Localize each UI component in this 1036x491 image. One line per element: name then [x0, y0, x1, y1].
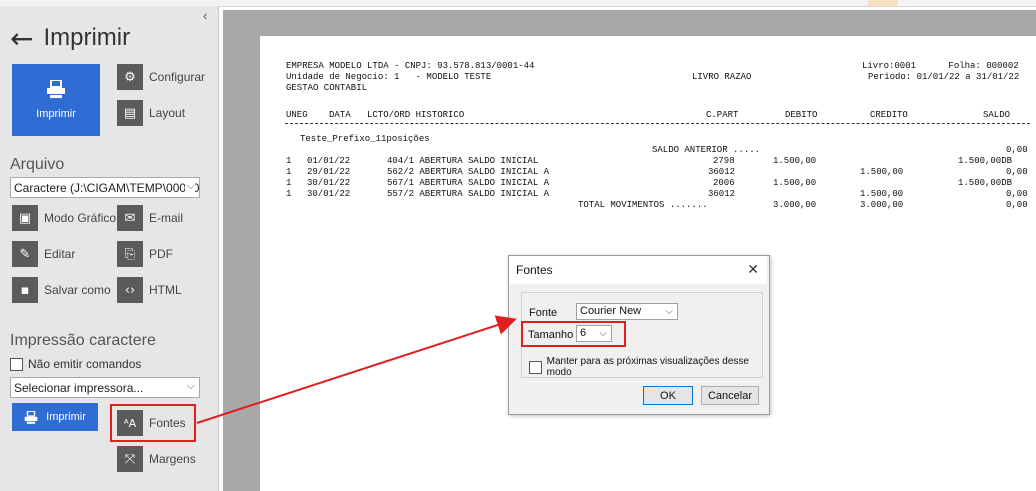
- annotation-arrow: [196, 315, 517, 424]
